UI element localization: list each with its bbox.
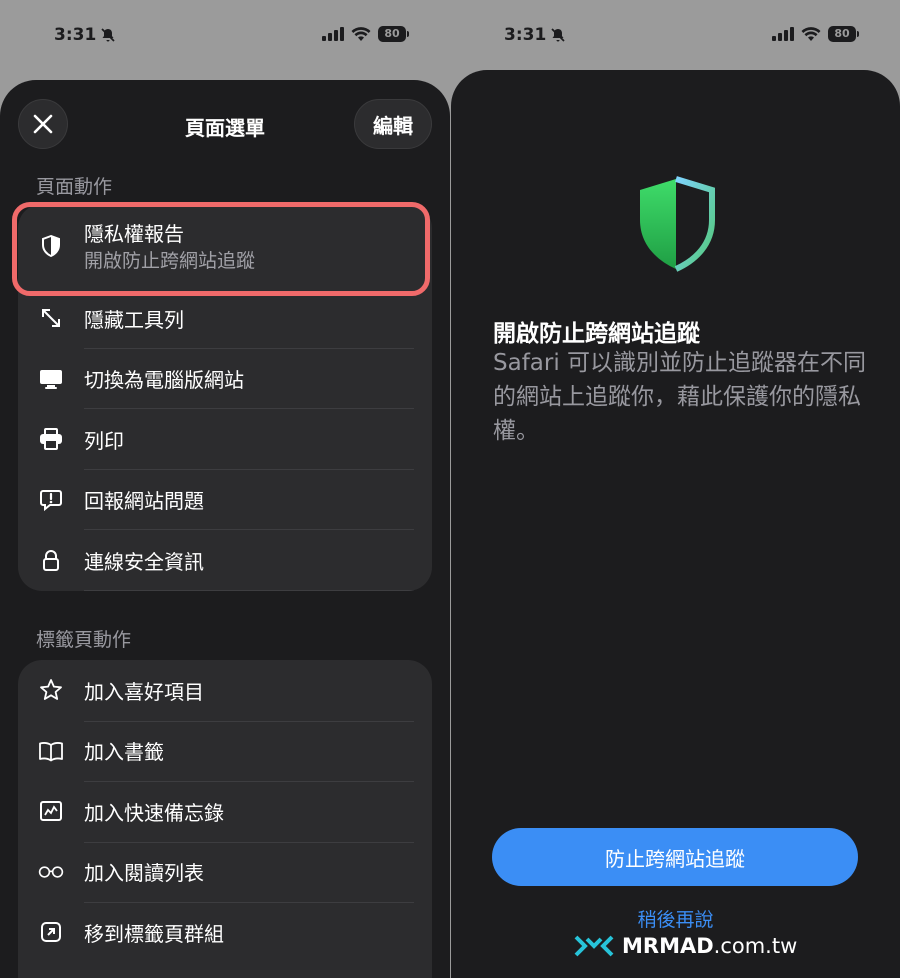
menu-item-label: 連線安全資訊: [84, 549, 204, 574]
menu-item-desktop-site[interactable]: 切換為電腦版網站: [18, 349, 432, 409]
resize-arrows-icon: [38, 305, 64, 331]
desktop-icon: [38, 366, 64, 392]
menu-item-label: 隱藏工具列: [84, 307, 184, 332]
book-icon: [38, 738, 64, 764]
mrmad-logo-icon: [574, 935, 614, 957]
privacy-description: Safari 可以識別並防止追蹤器在不同的網站上追蹤你，藉此保護你的隱私權。: [493, 350, 867, 444]
battery-icon: 80: [828, 26, 859, 42]
menu-item-hide-toolbar[interactable]: 隱藏工具列: [18, 288, 432, 349]
menu-item-label: 隱私權報告: [84, 222, 184, 246]
prevent-tracking-button[interactable]: 防止跨網站追蹤: [492, 828, 858, 886]
menu-item-label: 切換為電腦版網站: [84, 368, 244, 393]
menu-item-add-favorite[interactable]: 加入喜好項目: [18, 660, 432, 721]
page-menu-sheet: 頁面選單 編輯 頁面動作 隱私權報告 開啟防止跨網站追蹤 隱藏工具列 切換為電腦…: [0, 80, 450, 978]
menu-item-label: 加入書籤: [84, 740, 164, 765]
privacy-title: 開啟防止跨網站追蹤: [493, 321, 700, 347]
menu-item-label: 加入快速備忘錄: [84, 800, 224, 825]
star-icon: [38, 677, 64, 703]
menu-item-move-to-tab-group[interactable]: 移到標籤頁群組: [18, 902, 432, 963]
menu-item-connection-security[interactable]: 連線安全資訊: [18, 530, 432, 591]
shield-icon: [640, 176, 715, 272]
menu-item-label: 移到標籤頁群組: [84, 921, 224, 946]
signal-icon: [772, 27, 794, 41]
section-header-page-actions: 頁面動作: [36, 176, 113, 198]
menu-item-report-issue[interactable]: 回報網站問題: [18, 470, 432, 530]
silent-bell-icon: [101, 28, 115, 42]
status-bar-left: 3:31 80: [0, 0, 450, 72]
edit-button[interactable]: 編輯: [354, 99, 432, 149]
report-bubble-icon: [38, 487, 64, 513]
menu-item-label: 回報網站問題: [84, 489, 204, 514]
battery-icon: 80: [378, 26, 409, 42]
page-actions-group: 隱私權報告 開啟防止跨網站追蹤 隱藏工具列 切換為電腦版網站 列印 回報網站問題…: [18, 204, 432, 591]
menu-item-quick-note[interactable]: 加入快速備忘錄: [18, 781, 432, 842]
quick-note-icon: [38, 798, 64, 824]
glasses-icon: [38, 859, 64, 885]
menu-item-add-bookmark[interactable]: 加入書籤: [18, 720, 432, 782]
lock-icon: [38, 547, 64, 573]
shield-icon: [38, 233, 64, 259]
menu-item-print[interactable]: 列印: [18, 409, 432, 470]
status-time: 3:31: [504, 25, 566, 45]
privacy-prompt-sheet: 開啟防止跨網站追蹤 Safari 可以識別並防止追蹤器在不同的網站上追蹤你，藉此…: [451, 70, 900, 978]
tab-actions-group: 加入喜好項目 加入書籤 加入快速備忘錄 加入閱讀列表 移到標籤頁群組: [18, 660, 432, 978]
status-time: 3:31: [54, 25, 116, 45]
menu-item-label: 加入閱讀列表: [84, 861, 204, 886]
not-now-link[interactable]: 稍後再說: [451, 905, 900, 932]
menu-item-label: 加入喜好項目: [84, 679, 204, 704]
watermark-logo: MRMAD.com.tw: [574, 934, 797, 958]
move-to-group-icon: [38, 919, 64, 945]
menu-item-label: 列印: [84, 428, 124, 453]
status-bar-right: 3:31 80: [450, 0, 900, 72]
wifi-icon: [801, 26, 821, 41]
signal-icon: [322, 27, 344, 41]
section-header-tab-actions: 標籤頁動作: [36, 629, 132, 651]
menu-item-subtitle: 開啟防止跨網站追蹤: [84, 250, 256, 272]
silent-bell-icon: [551, 28, 565, 42]
wifi-icon: [351, 26, 371, 41]
menu-item-reading-list[interactable]: 加入閱讀列表: [18, 841, 432, 903]
printer-icon: [38, 426, 64, 452]
menu-item-privacy-report[interactable]: 隱私權報告 開啟防止跨網站追蹤: [18, 204, 432, 288]
